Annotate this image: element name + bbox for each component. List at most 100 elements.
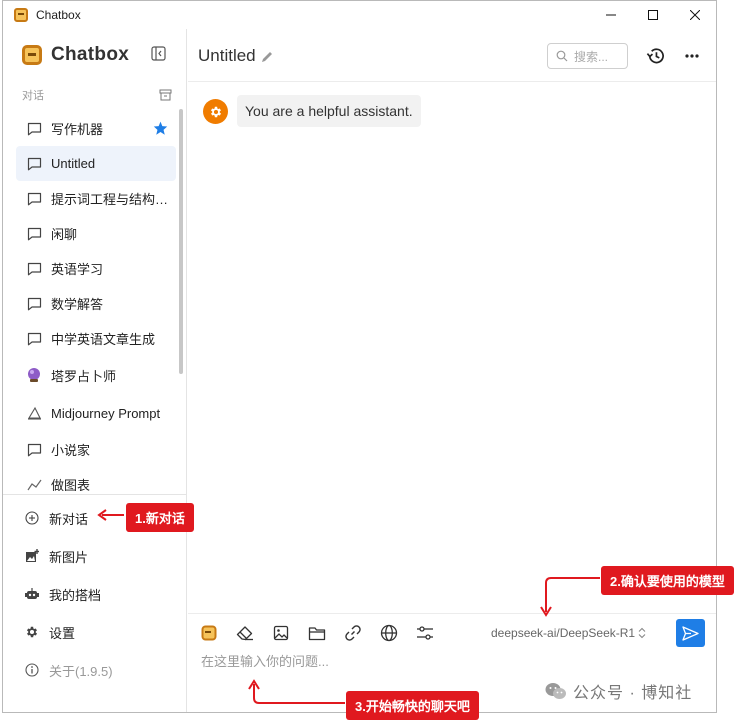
title-bar[interactable]: Chatbox: [3, 1, 716, 29]
annotation-step2: 2.确认要使用的模型: [601, 566, 734, 595]
conversation-item[interactable]: 中学英语文章生成: [16, 321, 176, 356]
conversation-label: 闲聊: [51, 227, 78, 242]
chart-icon: [26, 477, 42, 492]
search-icon: [556, 50, 568, 62]
chat-input[interactable]: [201, 654, 671, 669]
info-icon: [25, 663, 39, 677]
conversation-list: 写作机器 Untitled 提示词工程与结构… 闲聊 英语学习 数学解答 中学英…: [16, 111, 176, 491]
conversation-item[interactable]: 提示词工程与结构…: [16, 181, 176, 216]
window-controls: [590, 1, 716, 29]
more-options-icon[interactable]: [685, 54, 699, 58]
conversation-item-active[interactable]: Untitled: [16, 146, 176, 181]
new-image-label: 新图片: [49, 549, 89, 565]
link-icon[interactable]: [343, 623, 363, 643]
about-button[interactable]: 关于(1.9.5): [16, 651, 181, 689]
plus-circle-icon: [25, 511, 39, 525]
model-select[interactable]: deepseek-ai/DeepSeek-R1: [491, 626, 646, 640]
watermark: 公众号 · 博知社: [545, 679, 692, 703]
conversation-item[interactable]: 塔罗占卜师: [16, 356, 176, 394]
add-image-icon: [26, 549, 39, 562]
minimize-button[interactable]: [590, 1, 632, 29]
gear-icon: [210, 106, 221, 117]
chat-bubble-icon: [26, 331, 42, 347]
chat-bubble-icon: [26, 296, 42, 312]
sidebar-scrollbar[interactable]: [179, 109, 183, 374]
send-icon: [682, 625, 699, 641]
chat-bubble-icon: [26, 226, 42, 242]
conversation-label: 小说家: [51, 443, 91, 458]
crystal-ball-icon: [26, 367, 42, 383]
brand-name: Chatbox: [51, 44, 130, 65]
conversation-section-header: 对话: [22, 87, 172, 103]
settings-sliders-icon[interactable]: [415, 623, 435, 643]
message-bubble: You are a helpful assistant.: [237, 95, 421, 127]
sailboat-icon: [26, 405, 42, 421]
conversation-label: Midjourney Prompt: [51, 405, 161, 421]
settings-button[interactable]: 设置: [16, 613, 181, 651]
conversation-label: 做图表: [51, 478, 91, 491]
conversation-label: 英语学习: [51, 262, 104, 277]
conversation-item[interactable]: 小说家: [16, 432, 176, 467]
conversation-label: 塔罗占卜师: [51, 368, 117, 384]
app-logo-icon: [14, 8, 28, 22]
chat-bubble-icon: [26, 442, 42, 458]
gear-icon: [26, 626, 38, 638]
brand: Chatbox: [22, 44, 129, 66]
eraser-icon[interactable]: [235, 623, 255, 643]
section-label: 对话: [22, 90, 44, 102]
search-box[interactable]: 搜索...: [547, 43, 628, 69]
wechat-icon: [545, 682, 566, 699]
new-chat-label: 新对话: [49, 511, 89, 527]
close-icon: [690, 10, 700, 20]
watermark-text: 公众号 · 博知社: [573, 685, 693, 702]
conversation-item[interactable]: Midjourney Prompt: [16, 394, 176, 432]
globe-icon[interactable]: [379, 623, 399, 643]
edit-title-icon[interactable]: [260, 50, 274, 64]
conversation-item[interactable]: 做图表: [16, 467, 176, 491]
minimize-icon: [606, 14, 616, 16]
my-partners-label: 我的搭档: [49, 587, 102, 603]
image-icon[interactable]: [271, 623, 291, 643]
star-icon[interactable]: [153, 121, 168, 135]
conversation-label: 提示词工程与结构…: [51, 192, 169, 207]
conversation-label: 数学解答: [51, 297, 104, 312]
send-button[interactable]: [676, 619, 705, 647]
chat-main: Untitled 搜索... You are a helpful assista…: [188, 29, 716, 712]
my-partners-button[interactable]: 我的搭档: [16, 575, 181, 613]
sidebar: Chatbox 对话 写作机器 Untitled 提示词工程与结构… 闲聊 英语…: [3, 29, 187, 712]
system-avatar: [203, 99, 228, 124]
annotation-step1: 1.新对话: [126, 503, 194, 532]
sidebar-divider: [3, 494, 186, 495]
conversation-item[interactable]: 闲聊: [16, 216, 176, 251]
collapse-sidebar-icon[interactable]: [151, 46, 166, 61]
chevron-updown-icon: [638, 627, 646, 639]
chat-header: Untitled 搜索...: [188, 29, 716, 82]
chat-bubble-icon: [26, 191, 42, 207]
chat-bubble-icon: [26, 121, 42, 137]
conversation-item[interactable]: 写作机器: [16, 111, 176, 146]
app-window: Chatbox Chatbox 对话 写作机器 Untitled 提示词工程与结…: [2, 0, 717, 713]
annotation-step3: 3.开始畅快的聊天吧: [346, 691, 479, 720]
system-message: You are a helpful assistant.: [203, 95, 421, 127]
window-title: Chatbox: [36, 8, 81, 22]
conversation-label: 中学英语文章生成: [51, 332, 156, 347]
search-placeholder: 搜索...: [574, 49, 609, 64]
model-name: deepseek-ai/DeepSeek-R1: [491, 626, 636, 640]
conversation-item[interactable]: 数学解答: [16, 286, 176, 321]
conversation-label: Untitled: [51, 156, 96, 171]
maximize-button[interactable]: [632, 1, 674, 29]
conversation-title[interactable]: Untitled: [198, 46, 256, 66]
clear-conversations-icon[interactable]: [159, 89, 172, 101]
chat-bubble-icon: [26, 261, 42, 277]
robot-icon: [25, 588, 39, 599]
chatbox-logo-icon[interactable]: [199, 623, 219, 643]
chatbox-logo-icon: [22, 45, 42, 65]
folder-icon[interactable]: [307, 623, 327, 643]
history-icon[interactable]: [646, 47, 665, 65]
close-button[interactable]: [674, 1, 716, 29]
conversation-item[interactable]: 英语学习: [16, 251, 176, 286]
chat-bubble-icon: [26, 156, 42, 172]
new-image-button[interactable]: 新图片: [16, 537, 181, 575]
settings-label: 设置: [49, 625, 76, 641]
about-label: 关于(1.9.5): [49, 663, 113, 679]
